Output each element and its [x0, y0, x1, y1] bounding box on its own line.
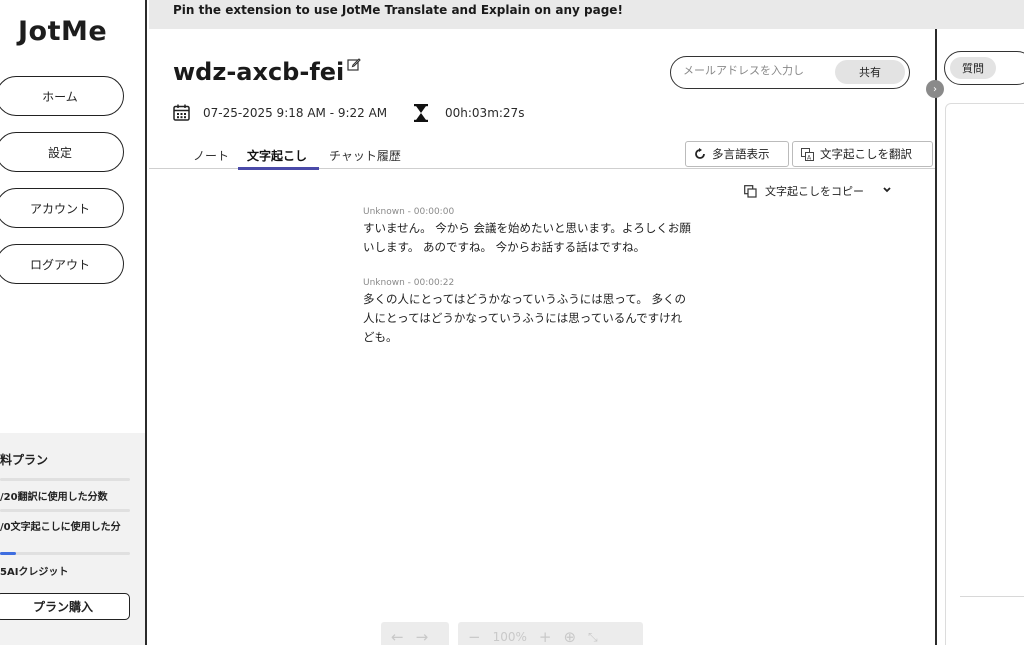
transcript-entry-text: すいません。 今から 会議を始めたいと思います。よろしくお願 いします。 あので… — [363, 219, 725, 257]
right-panel-divider — [935, 29, 937, 645]
hourglass-icon — [414, 104, 428, 122]
transcript-entry-text: 多くの人にとってはどうかなっていうふうには思って。 多くの 人にとってはどうかな… — [363, 290, 725, 347]
zoom-out-icon[interactable]: − — [468, 628, 481, 645]
zoom-toolbar: − 100% + ⊕ ⤡ — [458, 622, 643, 645]
transcript-line: いします。 あのですね。 今からお話する話はですね。 — [363, 240, 646, 254]
sidebar-item-home[interactable]: ホーム — [0, 76, 124, 116]
meeting-duration: 00h:03m:27s — [445, 106, 525, 120]
right-panel-card — [945, 103, 1024, 645]
meeting-datetime: 07-25-2025 9:18 AM - 9:22 AM — [203, 106, 388, 120]
translate-transcript-label: 文字起こしを翻訳 — [820, 147, 912, 161]
edit-icon[interactable] — [347, 57, 361, 71]
translate-transcript-button[interactable]: A 文字起こしを翻訳 — [792, 141, 933, 167]
translate-usage-label: /20翻訳に使用した分数 — [0, 492, 108, 503]
translate-usage-bar — [0, 478, 130, 481]
copy-icon — [744, 184, 757, 198]
right-card-divider — [960, 596, 1024, 597]
banner-text: Pin the extension to use JotMe Translate… — [173, 3, 623, 17]
share-box: 共有 — [670, 56, 910, 89]
transcript-entry-meta: Unknown - 00:00:00 — [363, 207, 455, 217]
sidebar-item-settings[interactable]: 設定 — [0, 132, 124, 172]
copy-transcript-label: 文字起こしをコピー — [765, 185, 864, 198]
active-tab-indicator — [238, 167, 319, 170]
calendar-icon — [173, 104, 190, 121]
tab-notes[interactable]: ノート — [193, 147, 229, 164]
copy-transcript-button[interactable]: 文字起こしをコピー — [744, 183, 892, 199]
nav-arrows-toolbar: ← → — [381, 622, 449, 645]
right-panel-toggle: 質問 — [944, 51, 1024, 85]
chevron-right-icon[interactable]: › — [926, 80, 944, 98]
multilang-button[interactable]: 多言語表示 — [685, 141, 789, 167]
buy-plan-button[interactable]: プラン購入 — [0, 593, 130, 620]
arrow-right-icon[interactable]: → — [416, 628, 429, 645]
arrow-left-icon[interactable]: ← — [391, 628, 404, 645]
chevron-down-icon[interactable] — [872, 186, 892, 196]
question-button[interactable]: 質問 — [950, 57, 996, 79]
zoom-in-icon[interactable]: + — [539, 628, 552, 645]
transcript-line: 人にとってはどうかなっていうふうには思っているんですけれ — [363, 311, 683, 325]
meeting-title: wdz-axcb-fei — [173, 58, 345, 86]
transcript-line: 多くの人にとってはどうかなっていうふうには思って。 多くの — [363, 292, 687, 306]
app-logo: JotMe — [18, 16, 108, 47]
sidebar-item-logout[interactable]: ログアウト — [0, 244, 124, 284]
multilang-label: 多言語表示 — [712, 147, 770, 161]
credits-label: 5AIクレジット — [0, 567, 69, 578]
translate-icon: A — [801, 147, 814, 161]
plan-title: 料プラン — [0, 453, 49, 467]
tab-chat-history[interactable]: チャット履歴 — [329, 147, 401, 164]
transcript-line: ども。 — [363, 330, 398, 344]
share-button[interactable]: 共有 — [835, 60, 905, 84]
transcribe-usage-bar — [0, 509, 130, 512]
email-input[interactable] — [683, 64, 833, 77]
sidebar: JotMe ホーム 設定 アカウント ログアウト 料プラン /20翻訳に使用した… — [0, 0, 147, 645]
plan-panel: 料プラン /20翻訳に使用した分数 /0文字起こしに使用した分 5AIクレジット… — [0, 433, 145, 645]
transcript-line: すいません。 今から 会議を始めたいと思います。よろしくお願 — [363, 221, 691, 235]
zoom-level: 100% — [492, 630, 527, 644]
transcript-entry-meta: Unknown - 00:00:22 — [363, 278, 455, 288]
tab-transcript[interactable]: 文字起こし — [247, 147, 307, 164]
extension-banner: Pin the extension to use JotMe Translate… — [149, 0, 1024, 29]
refresh-icon — [695, 148, 705, 159]
credits-bar — [0, 552, 130, 555]
transcribe-usage-label: /0文字起こしに使用した分 — [0, 522, 121, 533]
download-icon[interactable]: ⊕ — [563, 628, 576, 645]
sidebar-item-account[interactable]: アカウント — [0, 188, 124, 228]
collapse-icon[interactable]: ⤡ — [588, 630, 598, 645]
